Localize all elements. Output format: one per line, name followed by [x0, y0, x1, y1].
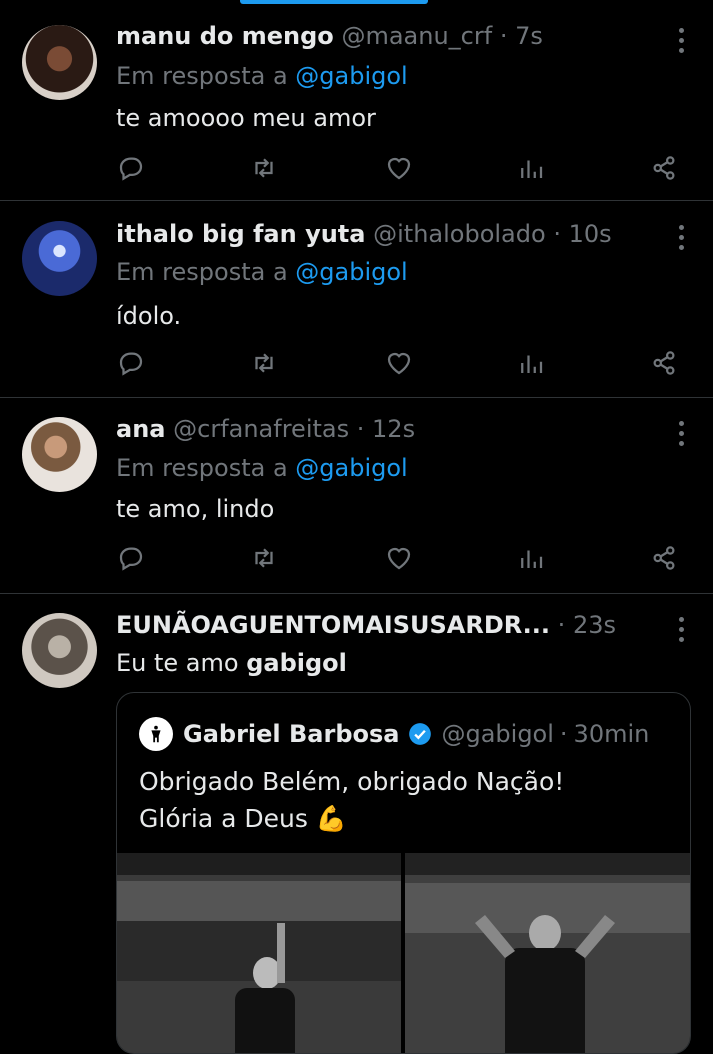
reply-icon[interactable] — [116, 153, 146, 183]
separator: · — [559, 720, 568, 748]
reply-tweet[interactable]: manu do mengo @maanu_crf · 7s Em respost… — [0, 0, 713, 201]
quoted-author-name[interactable]: Gabriel Barbosa — [183, 720, 399, 748]
more-icon[interactable] — [679, 421, 685, 446]
player-silhouette-icon — [151, 725, 161, 743]
author-handle[interactable]: @ithalobolado — [373, 220, 546, 248]
quoted-timestamp[interactable]: 30min — [574, 720, 650, 748]
reply-context: Em resposta a @gabigol — [116, 258, 408, 286]
tweet-text: te amoooo meu amor — [116, 104, 376, 132]
quoted-text: Obrigado Belém, obrigado Nação! Glória a… — [139, 763, 564, 837]
author-handle[interactable]: @maanu_crf — [341, 22, 492, 50]
more-icon[interactable] — [679, 225, 685, 250]
author-name[interactable]: EUNÃOAGUENTOMAISUSARDR... — [116, 611, 550, 639]
reply-tweet[interactable]: ana @crfanafreitas · 12s Em resposta a @… — [0, 397, 713, 594]
tweet-text: ídolo. — [116, 302, 182, 330]
tweet-text-prefix: Eu te amo — [116, 649, 239, 677]
separator: · — [499, 22, 508, 50]
tweet-text: Eu te amo gabigol — [116, 649, 347, 677]
more-icon[interactable] — [679, 28, 685, 53]
reply-tweet[interactable]: ithalo big fan yuta @ithalobolado · 10s … — [0, 200, 713, 398]
separator: · — [557, 611, 566, 639]
reply-context: Em resposta a @gabigol — [116, 62, 408, 90]
reply-prefix: Em resposta a — [116, 62, 288, 90]
share-icon[interactable] — [649, 348, 679, 378]
avatar[interactable] — [22, 417, 97, 492]
quoted-text-line: Obrigado Belém, obrigado Nação! — [139, 767, 565, 796]
share-icon[interactable] — [649, 543, 679, 573]
reply-icon[interactable] — [116, 543, 146, 573]
avatar[interactable] — [22, 221, 97, 296]
separator: · — [356, 415, 365, 443]
reply-icon[interactable] — [116, 348, 146, 378]
author-name[interactable]: ithalo big fan yuta — [116, 220, 365, 248]
author-handle[interactable]: @crfanafreitas — [173, 415, 349, 443]
quoted-author-handle[interactable]: @gabigol — [441, 720, 553, 748]
tweet-text-bold: gabigol — [246, 649, 347, 677]
author-name[interactable]: manu do mengo — [116, 22, 334, 50]
action-bar — [116, 543, 686, 575]
reply-context: Em resposta a @gabigol — [116, 454, 408, 482]
separator: · — [553, 220, 561, 248]
like-icon[interactable] — [384, 153, 414, 183]
views-icon[interactable] — [516, 348, 546, 378]
action-bar — [116, 153, 686, 185]
more-icon[interactable] — [679, 617, 685, 642]
like-icon[interactable] — [384, 348, 414, 378]
views-icon[interactable] — [516, 153, 546, 183]
share-icon[interactable] — [649, 153, 679, 183]
tweet-text: te amo, lindo — [116, 495, 275, 523]
avatar[interactable] — [22, 613, 97, 688]
reply-to-link[interactable]: @gabigol — [295, 454, 407, 482]
verified-icon — [409, 723, 432, 745]
timestamp[interactable]: 12s — [372, 415, 415, 443]
reply-prefix: Em resposta a — [116, 258, 288, 286]
reply-prefix: Em resposta a — [116, 454, 288, 482]
retweet-icon[interactable] — [249, 153, 279, 183]
timestamp[interactable]: 7s — [515, 22, 543, 50]
action-bar — [116, 348, 686, 380]
author-name[interactable]: ana — [116, 415, 165, 443]
views-icon[interactable] — [516, 543, 546, 573]
reply-to-link[interactable]: @gabigol — [295, 62, 407, 90]
reply-to-link[interactable]: @gabigol — [295, 258, 407, 286]
timestamp[interactable]: 23s — [573, 611, 616, 639]
avatar[interactable] — [22, 25, 97, 100]
quoted-text-line: Glória a Deus 💪 — [139, 804, 347, 833]
timestamp[interactable]: 10s — [569, 220, 612, 248]
retweet-icon[interactable] — [249, 543, 279, 573]
avatar[interactable] — [139, 717, 173, 751]
retweet-icon[interactable] — [249, 348, 279, 378]
quoted-tweet-card[interactable]: Gabriel Barbosa @gabigol · 30min Obrigad… — [116, 692, 691, 1054]
like-icon[interactable] — [384, 543, 414, 573]
